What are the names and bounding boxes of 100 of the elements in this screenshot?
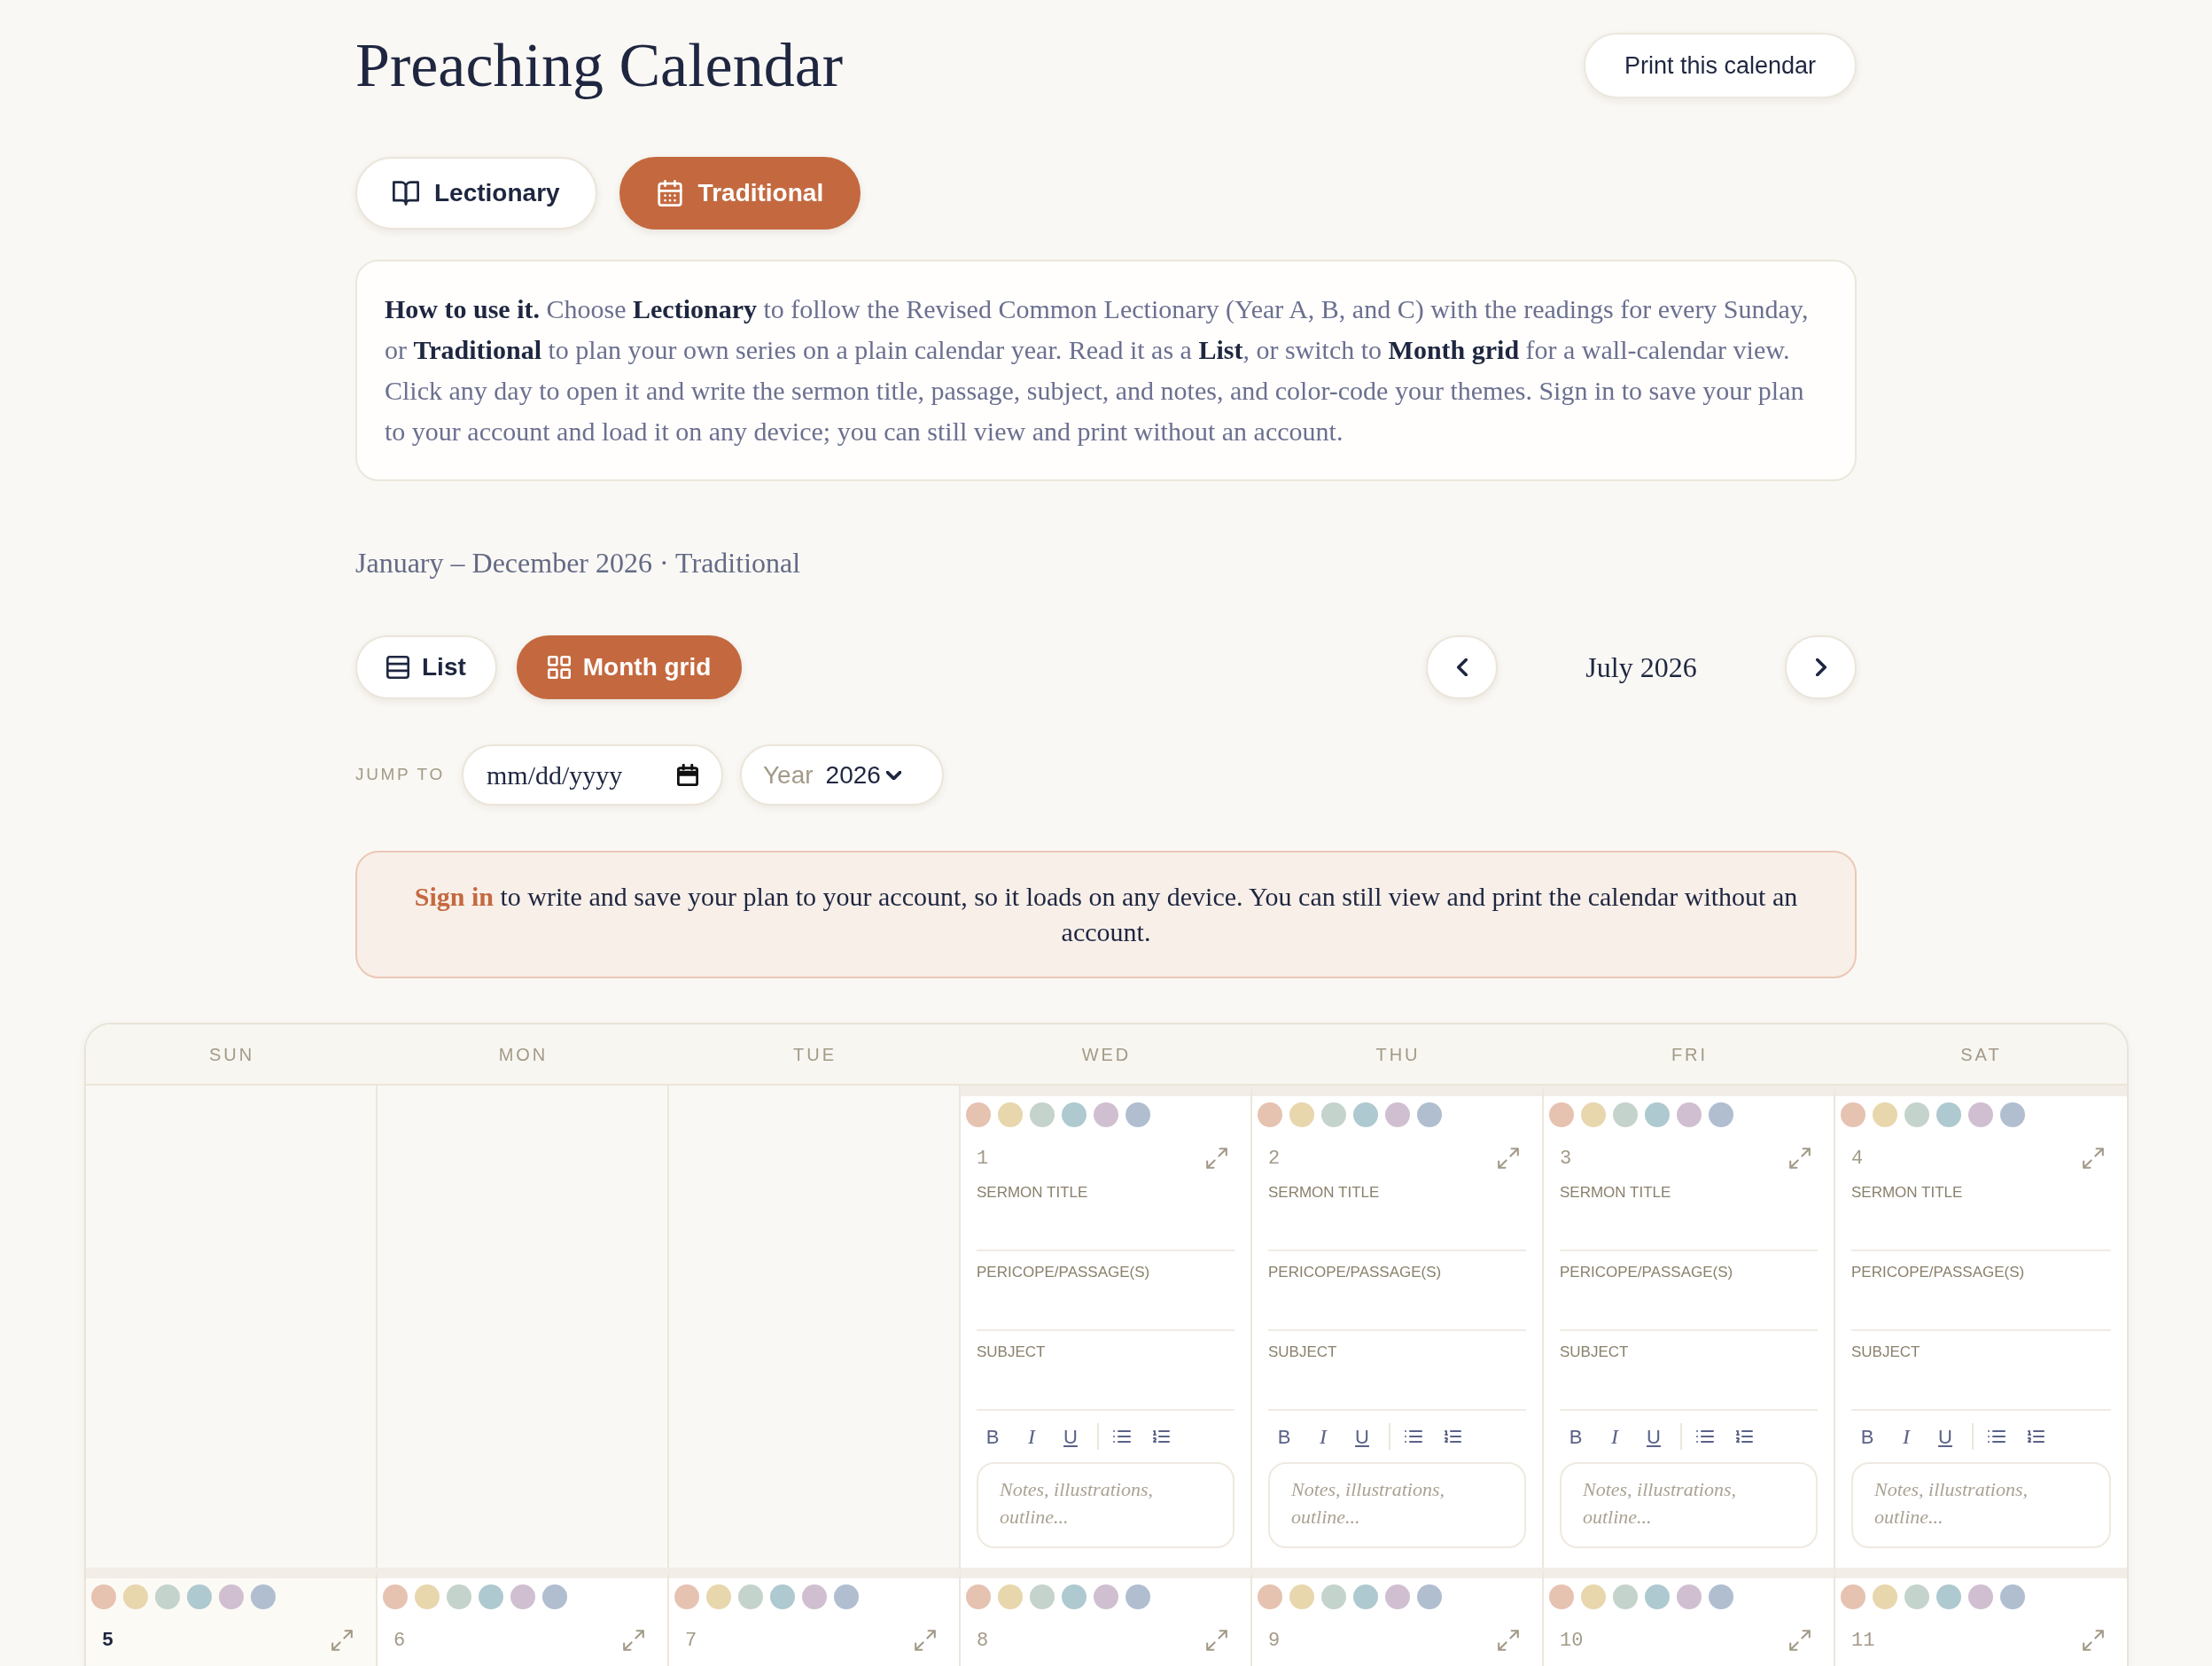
swatch-icon[interactable] (479, 1584, 503, 1609)
expand-icon[interactable] (331, 1630, 353, 1651)
expand-icon[interactable] (2083, 1630, 2104, 1651)
expand-icon[interactable] (2083, 1148, 2104, 1169)
swatch-icon[interactable] (1613, 1102, 1638, 1127)
swatch-icon[interactable] (2000, 1584, 2025, 1609)
notes-field[interactable]: Notes, illustrations, outline... (1268, 1462, 1526, 1548)
swatch-icon[interactable] (1385, 1102, 1410, 1127)
swatch-icon[interactable] (1125, 1102, 1150, 1127)
swatch-icon[interactable] (1062, 1102, 1087, 1127)
swatch-icon[interactable] (1904, 1584, 1929, 1609)
underline-button[interactable]: U (1346, 1421, 1378, 1452)
swatch-icon[interactable] (91, 1584, 116, 1609)
swatch-icon[interactable] (1581, 1584, 1606, 1609)
swatch-icon[interactable] (1709, 1102, 1733, 1127)
expand-icon[interactable] (915, 1630, 936, 1651)
swatch-icon[interactable] (2000, 1102, 2025, 1127)
swatch-icon[interactable] (1873, 1584, 1897, 1609)
bold-button[interactable]: B (977, 1421, 1009, 1452)
swatch-icon[interactable] (1417, 1102, 1442, 1127)
swatch-icon[interactable] (123, 1584, 148, 1609)
italic-button[interactable]: I (1307, 1421, 1339, 1452)
notes-field[interactable]: Notes, illustrations, outline... (977, 1462, 1235, 1548)
underline-button[interactable]: U (1929, 1421, 1961, 1452)
swatch-icon[interactable] (802, 1584, 827, 1609)
swatch-icon[interactable] (1353, 1584, 1378, 1609)
expand-icon[interactable] (1789, 1148, 1811, 1169)
swatch-icon[interactable] (1289, 1584, 1314, 1609)
bold-button[interactable]: B (1268, 1421, 1300, 1452)
calendar-icon[interactable] (677, 764, 698, 786)
sign-in-link[interactable]: Sign in (414, 882, 494, 911)
swatch-icon[interactable] (155, 1584, 180, 1609)
expand-icon[interactable] (1789, 1630, 1811, 1651)
bold-button[interactable]: B (1851, 1421, 1883, 1452)
swatch-icon[interactable] (1030, 1584, 1055, 1609)
swatch-icon[interactable] (1841, 1102, 1865, 1127)
swatch-icon[interactable] (834, 1584, 859, 1609)
swatch-icon[interactable] (998, 1584, 1023, 1609)
swatch-icon[interactable] (415, 1584, 440, 1609)
swatch-icon[interactable] (1968, 1584, 1993, 1609)
swatch-icon[interactable] (1353, 1102, 1378, 1127)
swatch-icon[interactable] (1062, 1584, 1087, 1609)
swatch-icon[interactable] (966, 1102, 991, 1127)
swatch-icon[interactable] (1904, 1102, 1929, 1127)
expand-icon[interactable] (1206, 1148, 1227, 1169)
print-button[interactable]: Print this calendar (1583, 33, 1857, 98)
swatch-icon[interactable] (510, 1584, 535, 1609)
italic-button[interactable]: I (1890, 1421, 1922, 1452)
swatch-icon[interactable] (1258, 1102, 1282, 1127)
view-tab[interactable]: List (355, 635, 497, 699)
swatch-icon[interactable] (1677, 1584, 1702, 1609)
swatch-icon[interactable] (1030, 1102, 1055, 1127)
swatch-icon[interactable] (1936, 1102, 1961, 1127)
swatch-icon[interactable] (1321, 1584, 1346, 1609)
swatch-icon[interactable] (1385, 1584, 1410, 1609)
swatch-icon[interactable] (1677, 1102, 1702, 1127)
swatch-icon[interactable] (966, 1584, 991, 1609)
bold-button[interactable]: B (1560, 1421, 1592, 1452)
swatch-icon[interactable] (251, 1584, 276, 1609)
swatch-icon[interactable] (187, 1584, 212, 1609)
view-tab[interactable]: Month grid (516, 635, 743, 699)
mode-tab[interactable]: Lectionary (355, 157, 597, 230)
notes-field[interactable]: Notes, illustrations, outline... (1560, 1462, 1818, 1548)
date-field[interactable]: mm/dd/yyyy (462, 744, 723, 806)
swatch-icon[interactable] (447, 1584, 471, 1609)
expand-icon[interactable] (1498, 1630, 1519, 1651)
swatch-icon[interactable] (1936, 1584, 1961, 1609)
year-select[interactable]: Year 2026 (740, 744, 944, 806)
italic-button[interactable]: I (1016, 1421, 1048, 1452)
swatch-icon[interactable] (998, 1102, 1023, 1127)
swatch-icon[interactable] (1549, 1584, 1574, 1609)
swatch-icon[interactable] (1094, 1102, 1118, 1127)
underline-button[interactable]: U (1638, 1421, 1670, 1452)
swatch-icon[interactable] (1321, 1102, 1346, 1127)
italic-button[interactable]: I (1599, 1421, 1631, 1452)
swatch-icon[interactable] (1289, 1102, 1314, 1127)
swatch-icon[interactable] (1645, 1584, 1670, 1609)
swatch-icon[interactable] (738, 1584, 763, 1609)
expand-icon[interactable] (1498, 1148, 1519, 1169)
swatch-icon[interactable] (1841, 1584, 1865, 1609)
underline-button[interactable]: U (1055, 1421, 1087, 1452)
notes-field[interactable]: Notes, illustrations, outline... (1851, 1462, 2111, 1548)
expand-icon[interactable] (1206, 1630, 1227, 1651)
swatch-icon[interactable] (770, 1584, 795, 1609)
swatch-icon[interactable] (1873, 1102, 1897, 1127)
swatch-icon[interactable] (1709, 1584, 1733, 1609)
swatch-icon[interactable] (1125, 1584, 1150, 1609)
mode-tab[interactable]: Traditional (619, 157, 861, 230)
swatch-icon[interactable] (383, 1584, 408, 1609)
swatch-icon[interactable] (1549, 1102, 1574, 1127)
swatch-icon[interactable] (1613, 1584, 1638, 1609)
swatch-icon[interactable] (1417, 1584, 1442, 1609)
swatch-icon[interactable] (1258, 1584, 1282, 1609)
swatch-icon[interactable] (1968, 1102, 1993, 1127)
expand-icon[interactable] (623, 1630, 644, 1651)
swatch-icon[interactable] (706, 1584, 731, 1609)
swatch-icon[interactable] (542, 1584, 567, 1609)
swatch-icon[interactable] (1581, 1102, 1606, 1127)
swatch-icon[interactable] (1645, 1102, 1670, 1127)
swatch-icon[interactable] (674, 1584, 699, 1609)
